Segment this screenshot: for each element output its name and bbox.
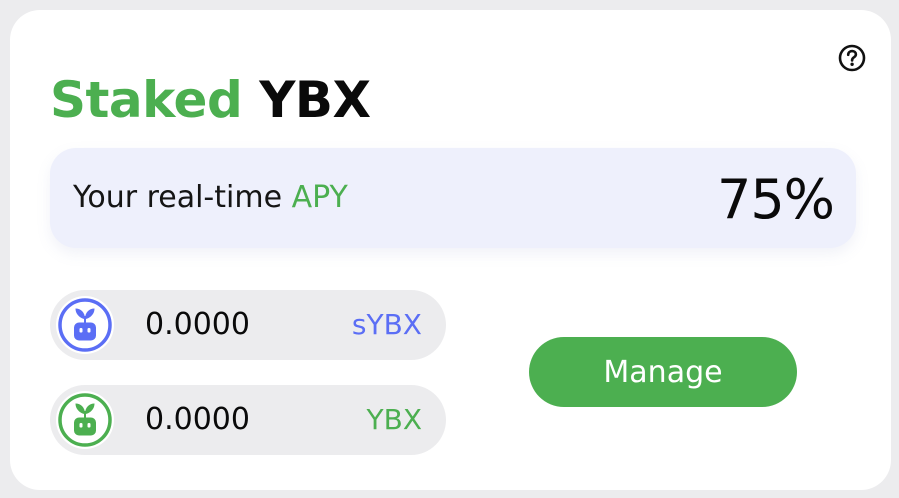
apy-label-prefix: Your real-time	[73, 180, 292, 215]
question-circle-icon[interactable]	[837, 43, 867, 73]
ybx-token-icon	[56, 391, 114, 449]
apy-panel: Your real-time APY 75%	[50, 148, 856, 248]
apy-label: Your real-time APY	[73, 180, 348, 216]
title-accent: Staked	[50, 71, 243, 129]
ybx-symbol: YBX	[366, 403, 423, 436]
apy-label-accent: APY	[291, 180, 348, 215]
apy-value: 75%	[716, 168, 835, 231]
manage-button[interactable]: Manage	[529, 337, 797, 407]
page-title: Staked YBX	[50, 68, 371, 132]
sybx-balance-value: 0.0000	[145, 307, 250, 342]
ybx-balance-value: 0.0000	[145, 402, 250, 437]
staked-ybx-card: Staked YBX Your real-time APY 75% 0.0000…	[10, 10, 891, 490]
sybx-token-icon	[56, 296, 114, 354]
title-token: YBX	[259, 71, 371, 129]
balance-row-ybx: 0.0000 YBX	[50, 385, 446, 455]
sybx-symbol: sYBX	[351, 308, 422, 341]
balance-row-sybx: 0.0000 sYBX	[50, 290, 446, 360]
